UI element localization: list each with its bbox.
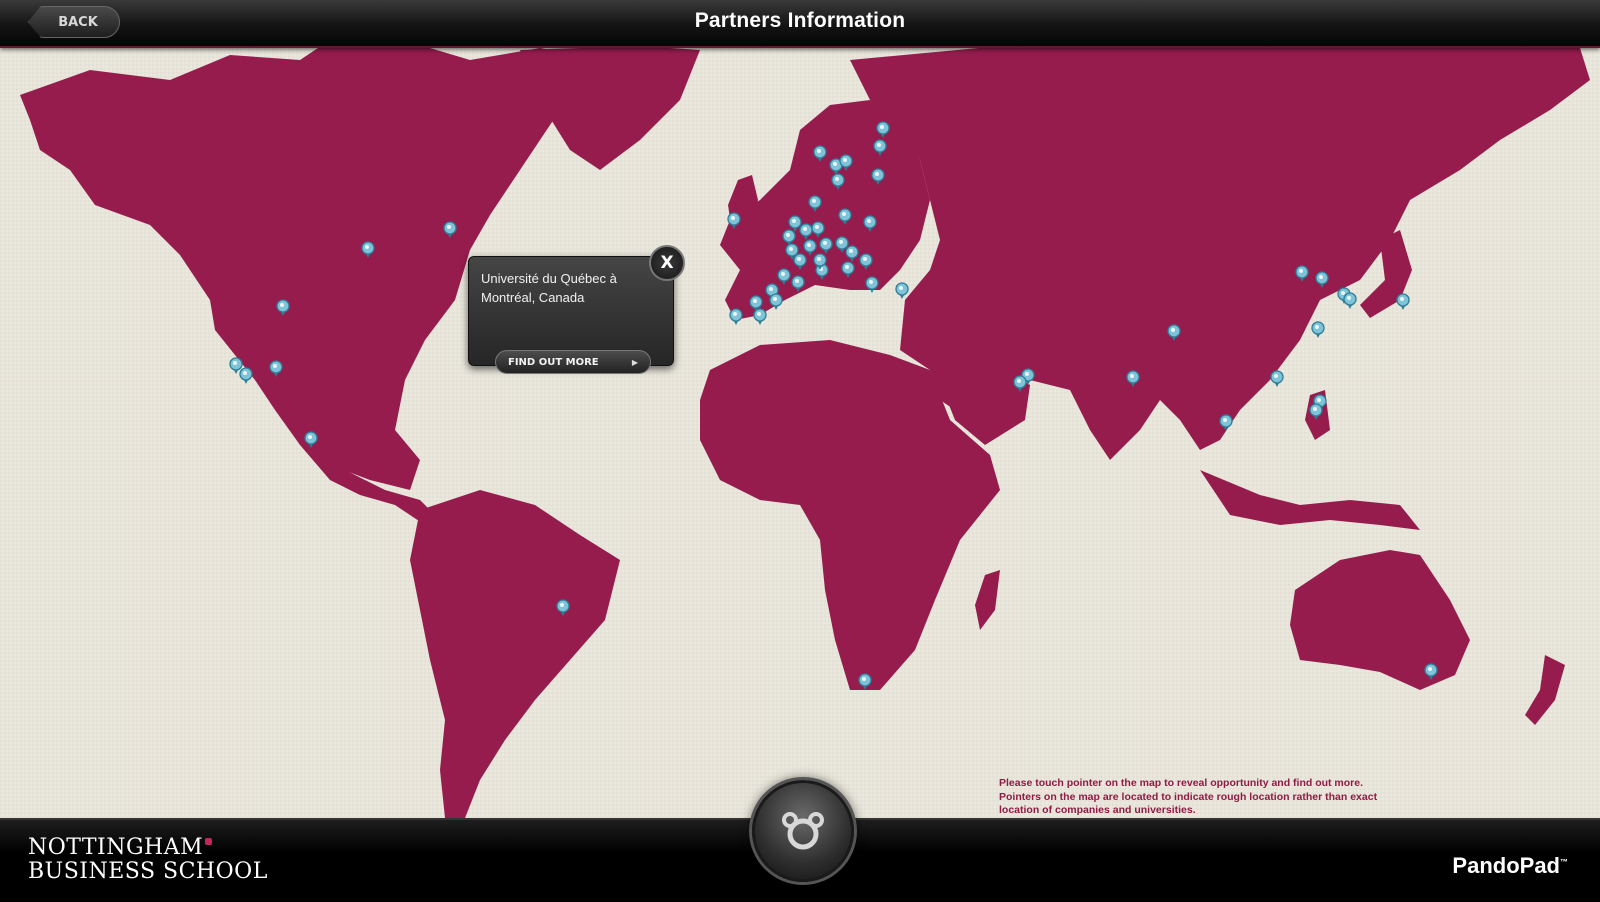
map-pin-icon[interactable]	[895, 282, 909, 299]
play-arrow-icon: ▶	[631, 357, 638, 367]
continent-south-america	[410, 490, 620, 818]
close-icon[interactable]: X	[649, 245, 685, 281]
find-out-more-button[interactable]: FIND OUT MORE ▶	[495, 350, 651, 374]
map-pin-icon[interactable]	[1343, 292, 1357, 309]
world-map-svg	[20, 46, 1590, 818]
pandopad-logo: PandoPad™	[1452, 853, 1568, 879]
partner-popup: Université du Québec à Montréal, Canada …	[468, 245, 685, 374]
map-pin-icon[interactable]	[753, 308, 767, 325]
map-pin-icon[interactable]	[1311, 321, 1325, 338]
greenland	[520, 46, 700, 170]
find-out-more-label: FIND OUT MORE	[508, 356, 599, 368]
brand-name: PandoPad	[1452, 853, 1560, 878]
school-name-line-2: BUSINESS SCHOOL	[28, 859, 268, 884]
top-bar: BACK Partners Information	[0, 0, 1600, 48]
madagascar	[975, 570, 1000, 630]
page-title: Partners Information	[694, 9, 906, 32]
nottingham-business-school-logo: NOTTINGHAM BUSINESS SCHOOL	[28, 836, 268, 884]
partner-name: Université du Québec à Montréal, Canada	[481, 271, 617, 305]
instructions-line-2: Pointers on the map are located to indic…	[999, 790, 1378, 817]
map-pin-icon[interactable]	[865, 276, 879, 293]
instructions-line-1: Please touch pointer on the map to revea…	[999, 777, 1364, 789]
brand-mark: ™	[1560, 857, 1568, 867]
indonesia	[1200, 470, 1420, 530]
logo-mark-icon	[205, 838, 213, 845]
new-zealand	[1525, 655, 1565, 725]
map-pin-icon[interactable]	[1396, 293, 1410, 310]
bear-glyph	[782, 812, 824, 850]
school-name-line-1: NOTTINGHAM	[28, 835, 204, 860]
map-pin-icon[interactable]	[239, 367, 253, 384]
world-map: Please touch pointer on the map to revea…	[0, 46, 1600, 818]
map-instructions: Please touch pointer on the map to revea…	[999, 777, 1419, 818]
map-pin-icon[interactable]	[1270, 370, 1284, 387]
australia	[1290, 550, 1470, 690]
pando-bear-icon[interactable]	[752, 780, 854, 882]
map-pin-icon[interactable]	[729, 308, 743, 325]
